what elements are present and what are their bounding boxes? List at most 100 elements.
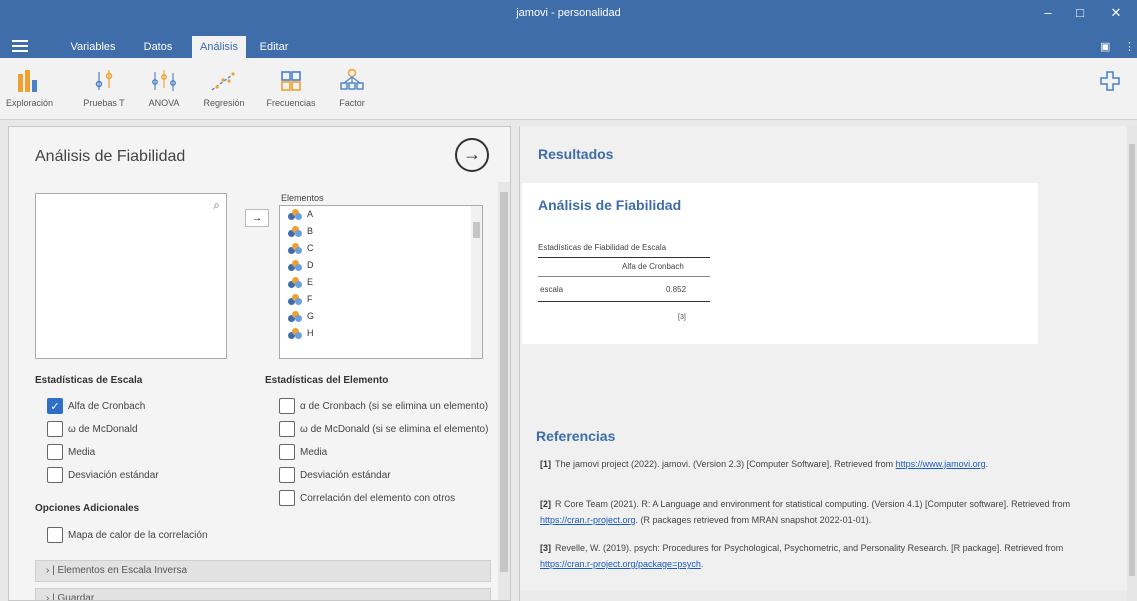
table-row-label: escala [540,285,564,294]
results-scrollbar[interactable] [1127,126,1137,601]
continuous-variable-icon [288,243,302,254]
search-icon[interactable]: ⌕ [213,198,220,213]
close-panel-arrow-icon[interactable]: → [455,138,489,172]
variable-label: E [307,277,314,287]
ribbon-label: Pruebas T [83,98,125,108]
options-scrollbar[interactable] [498,182,510,600]
frequencies-icon [264,66,318,92]
continuous-variable-icon [288,277,302,288]
panel-splitter[interactable] [512,126,519,601]
reference-suffix: . [700,559,704,569]
variable-label: G [307,311,315,321]
checkbox-item-correlacion[interactable]: Correlación del elemento con otros [279,490,455,506]
variable-label: D [307,260,314,270]
results-panel: Resultados Análisis de Fiabilidad Estadí… [519,126,1137,601]
table-footnote: [3] [678,314,686,321]
minimize-button[interactable]: – [1036,5,1060,23]
checkbox-label: Correlación del elemento con otros [300,492,456,504]
ribbon-exploracion[interactable]: Exploración [6,66,54,108]
results-title: Resultados [538,146,614,162]
checkbox-label: Media [68,446,96,458]
factor-icon [332,66,372,92]
tab-datos[interactable]: Datos [136,36,180,58]
tab-analisis[interactable]: Análisis [192,36,246,58]
checkbox-alfa-cronbach[interactable]: ✓ Alfa de Cronbach [47,398,145,414]
ribbon-regresion[interactable]: Regresión [202,66,246,108]
checkbox-omega-if-deleted[interactable]: ω de McDonald (si se elimina el elemento… [279,421,493,437]
reverse-items-section[interactable]: › | Elementos en Escala Inversa [35,560,491,582]
panel-title: Análisis de Fiabilidad [35,148,186,165]
table-rule [538,276,710,277]
variable-item[interactable]: A [280,206,482,223]
ribbon-frecuencias[interactable]: Frecuencias [264,66,318,108]
ribbon-label: ANOVA [148,98,180,108]
continuous-variable-icon [288,260,302,271]
elements-scrollbar[interactable] [471,206,482,358]
maximize-button[interactable]: □ [1068,5,1092,23]
more-options-icon[interactable]: ⋮ [1124,40,1135,53]
ribbon-anova[interactable]: ANOVA [146,66,182,108]
reference-text: The jamovi project (2022). jamovi. (Vers… [555,459,896,469]
item-stats-heading: Estadísticas del Elemento [265,375,389,386]
variable-item[interactable]: B [280,223,482,240]
reference-number: [1] [540,459,551,469]
reference-link[interactable]: https://www.jamovi.org [896,459,986,469]
reference-link[interactable]: https://cran.r-project.org [540,515,636,525]
checkbox-label: α de Cronbach (si se elimina un elemento… [300,400,489,412]
checkbox-label: ω de McDonald (si se elimina el elemento… [300,423,489,435]
table-rule [538,301,710,302]
regression-icon [202,66,246,92]
checkbox-label: ω de McDonald [68,423,138,435]
variable-item[interactable]: D [280,257,482,274]
continuous-variable-icon [288,226,302,237]
ribbon-pruebas-t[interactable]: Pruebas T [82,66,126,108]
move-variable-button[interactable]: → [245,209,269,227]
scale-stats-heading: Estadísticas de Escala [35,375,143,386]
section-label: Guardar [57,593,95,601]
variable-item[interactable]: C [280,240,482,257]
variable-item[interactable]: E [280,274,482,291]
checkbox-label: Mapa de calor de la correlación [68,529,208,541]
checkbox-item-media[interactable]: Media [279,444,327,460]
ribbon-modulos[interactable] [1088,66,1132,98]
elements-list[interactable]: ABCDEFGH [279,205,483,359]
ribbon-label: Frecuencias [266,98,316,108]
checkmark-icon: ✓ [47,398,63,414]
checkbox-heatmap[interactable]: Mapa de calor de la correlación [47,527,208,543]
results-mode-icon[interactable]: ▣ [1100,40,1110,53]
variable-item[interactable]: H [280,325,482,342]
save-section[interactable]: › | Guardar [35,588,491,601]
table-value: 0.852 [666,285,687,294]
variable-label: C [307,243,314,253]
variable-item[interactable]: G [280,308,482,325]
analysis-heading: Análisis de Fiabilidad [538,197,682,213]
chevron-right-icon: › [46,593,50,601]
variable-item[interactable]: F [280,291,482,308]
variable-label: A [307,209,314,219]
results-card: Análisis de Fiabilidad Estadísticas de F… [522,183,1038,344]
hamburger-menu-icon[interactable] [12,40,28,52]
ribbon-label: Regresión [203,98,245,108]
reference-text: R Core Team (2021). R: A Language and en… [555,499,1071,509]
results-horizontal-scrollbar[interactable] [520,590,1128,601]
checkbox-item-desviacion[interactable]: Desviación estándar [279,467,391,483]
tab-editar[interactable]: Editar [252,36,296,58]
t-tests-icon [82,66,126,92]
tab-variables[interactable]: Variables [64,36,122,58]
checkbox-media[interactable]: Media [47,444,95,460]
plus-icon [1088,66,1132,92]
ribbon-factor[interactable]: Factor [332,66,372,108]
reference-link[interactable]: https://cran.r-project.org/package=psych [540,559,701,569]
ribbon-label: Exploración [6,98,54,108]
table-title: Estadísticas de Fiabilidad de Escala [538,243,667,252]
checkbox-desviacion[interactable]: Desviación estándar [47,467,159,483]
reference-entry: [3] Revelle, W. (2019). psych: Procedures… [540,540,1110,572]
variable-label: B [307,226,314,236]
checkbox-omega-mcdonald[interactable]: ω de McDonald [47,421,138,437]
variable-label: F [307,294,313,304]
available-variables-list[interactable]: ⌕ [35,193,227,359]
reference-entry: [2] R Core Team (2021). R: A Language and… [540,496,1110,528]
section-label: Elementos en Escala Inversa [57,565,188,576]
checkbox-alpha-if-deleted[interactable]: α de Cronbach (si se elimina un elemento… [279,398,493,414]
close-button[interactable]: ✕ [1104,5,1128,23]
